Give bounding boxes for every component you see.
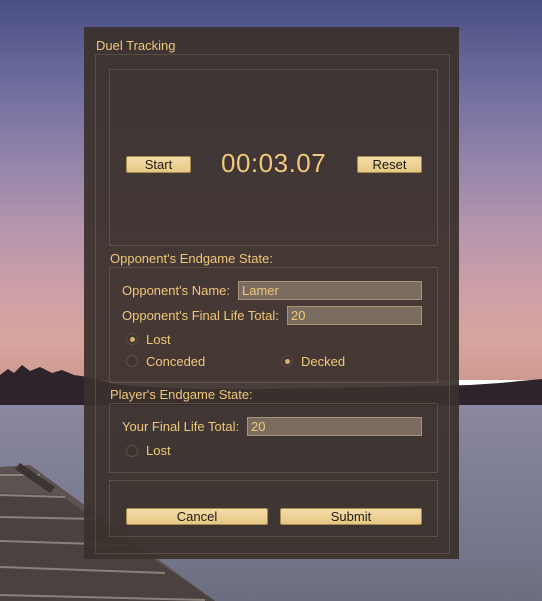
opponent-lost-label[interactable]: Lost (146, 332, 171, 347)
opponent-section-label: Opponent's Endgame State: (110, 251, 273, 266)
reset-button[interactable]: Reset (357, 156, 422, 173)
player-life-label: Your Final Life Total: (122, 419, 240, 434)
opponent-decked-label[interactable]: Decked (301, 354, 345, 369)
player-group (109, 403, 438, 473)
player-lost-label[interactable]: Lost (146, 443, 171, 458)
player-life-input[interactable]: 20 (247, 417, 422, 436)
opponent-conceded-radio[interactable] (126, 355, 138, 367)
cancel-button[interactable]: Cancel (126, 508, 268, 525)
duel-tracking-window: Duel Tracking Start 00:03.07 Reset Oppon… (84, 27, 459, 559)
timer-display: 00:03.07 (221, 148, 327, 178)
opponent-life-label: Opponent's Final Life Total: (122, 308, 279, 323)
player-lost-radio[interactable] (126, 445, 138, 457)
start-button[interactable]: Start (126, 156, 191, 173)
opponent-lost-radio[interactable] (126, 333, 138, 345)
submit-button[interactable]: Submit (280, 508, 422, 525)
opponent-name-input[interactable]: Lamer (238, 281, 422, 300)
opponent-decked-radio[interactable] (281, 355, 293, 367)
player-section-label: Player's Endgame State: (110, 387, 253, 402)
opponent-name-label: Opponent's Name: (122, 283, 230, 298)
opponent-conceded-label[interactable]: Conceded (146, 354, 205, 369)
window-title: Duel Tracking (96, 38, 176, 53)
opponent-life-input[interactable]: 20 (287, 306, 422, 325)
